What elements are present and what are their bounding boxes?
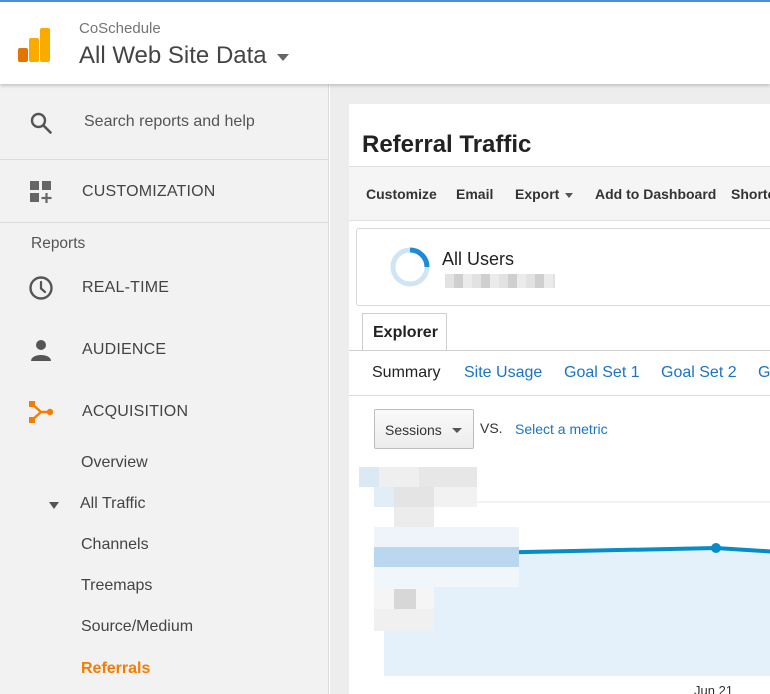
sessions-line-chart: [359, 467, 770, 676]
subtab-goal-set-2[interactable]: Goal Set 2: [661, 364, 737, 382]
redacted-block: [394, 487, 434, 507]
shortcut-button[interactable]: Shortcut: [731, 186, 770, 202]
redacted-block: [374, 487, 394, 507]
app-header: CoSchedule All Web Site Data: [0, 0, 770, 84]
clock-icon: [29, 276, 53, 300]
sidebar-item-channels[interactable]: Channels: [81, 536, 149, 554]
search-input[interactable]: Search reports and help: [84, 113, 255, 131]
sidebar-item-all-traffic[interactable]: All Traffic: [80, 495, 146, 513]
audience-label: AUDIENCE: [82, 341, 167, 358]
redacted-block: [419, 467, 477, 487]
main-content: Referral Traffic Customize Email Export …: [330, 84, 770, 694]
segment-ring-icon: [390, 247, 430, 287]
subtab-goal-set-3[interactable]: Goal Set 3: [758, 364, 770, 382]
search-row[interactable]: Search reports and help: [0, 84, 328, 160]
analytics-logo-icon[interactable]: [18, 28, 54, 64]
sidebar-item-referrals[interactable]: Referrals: [81, 660, 150, 678]
subtab-site-usage[interactable]: Site Usage: [464, 364, 542, 382]
export-label: Export: [515, 186, 560, 202]
caret-down-icon: [452, 428, 462, 433]
metric-value: Sessions: [385, 422, 442, 438]
acquisition-icon: [29, 401, 54, 423]
redacted-block: [374, 527, 519, 547]
redacted-block: [394, 507, 434, 527]
metric-dropdown[interactable]: Sessions: [374, 409, 474, 449]
redacted-block: [374, 567, 519, 587]
sidebar-item-overview[interactable]: Overview: [81, 454, 148, 472]
redacted-block: [374, 609, 434, 631]
dashboard-grid-icon: [30, 181, 52, 203]
subtab-goal-set-1[interactable]: Goal Set 1: [564, 364, 640, 382]
report-toolbar: Customize Email Export Add to Dashboard …: [349, 166, 770, 221]
add-to-dashboard-button[interactable]: Add to Dashboard: [595, 186, 716, 202]
segment-card[interactable]: All Users: [356, 228, 770, 306]
x-axis-label: Jun 21: [694, 683, 734, 694]
report-card: Referral Traffic Customize Email Export …: [349, 104, 770, 694]
reports-header: Reports: [31, 235, 86, 252]
property-name: All Web Site Data: [79, 42, 267, 69]
data-point[interactable]: [711, 543, 721, 553]
expand-triangle-icon[interactable]: [49, 502, 59, 509]
sidebar: Search reports and help CUSTOMIZATION Re…: [0, 84, 329, 694]
page-title: Referral Traffic: [362, 131, 532, 158]
redacted-segment-value: [445, 274, 555, 288]
sidebar-item-customization[interactable]: CUSTOMIZATION: [0, 160, 328, 223]
acquisition-label: ACQUISITION: [82, 403, 189, 420]
caret-down-icon: [276, 53, 289, 61]
property-selector[interactable]: All Web Site Data: [79, 42, 289, 70]
redacted-block: [394, 589, 416, 609]
redacted-block: [434, 487, 477, 507]
redacted-block: [359, 467, 379, 487]
search-icon: [30, 112, 52, 134]
segment-label: All Users: [442, 249, 515, 269]
select-metric-link[interactable]: Select a metric: [515, 421, 608, 437]
vs-label: VS.: [480, 420, 503, 436]
sidebar-item-source-medium[interactable]: Source/Medium: [81, 618, 193, 636]
person-icon: [31, 340, 51, 361]
email-button[interactable]: Email: [456, 186, 493, 202]
redacted-block: [379, 467, 419, 487]
export-button[interactable]: Export: [515, 186, 574, 202]
customize-button[interactable]: Customize: [366, 186, 437, 202]
customization-label: CUSTOMIZATION: [82, 183, 216, 200]
subtab-summary[interactable]: Summary: [372, 364, 440, 382]
realtime-label: REAL-TIME: [82, 279, 170, 296]
account-name: CoSchedule: [79, 20, 161, 37]
tab-explorer[interactable]: Explorer: [362, 313, 447, 351]
explorer-subtabs: Summary Site Usage Goal Set 1 Goal Set 2…: [349, 351, 770, 396]
sidebar-item-treemaps[interactable]: Treemaps: [81, 577, 152, 595]
redacted-block: [374, 547, 519, 567]
caret-down-icon: [565, 192, 574, 198]
